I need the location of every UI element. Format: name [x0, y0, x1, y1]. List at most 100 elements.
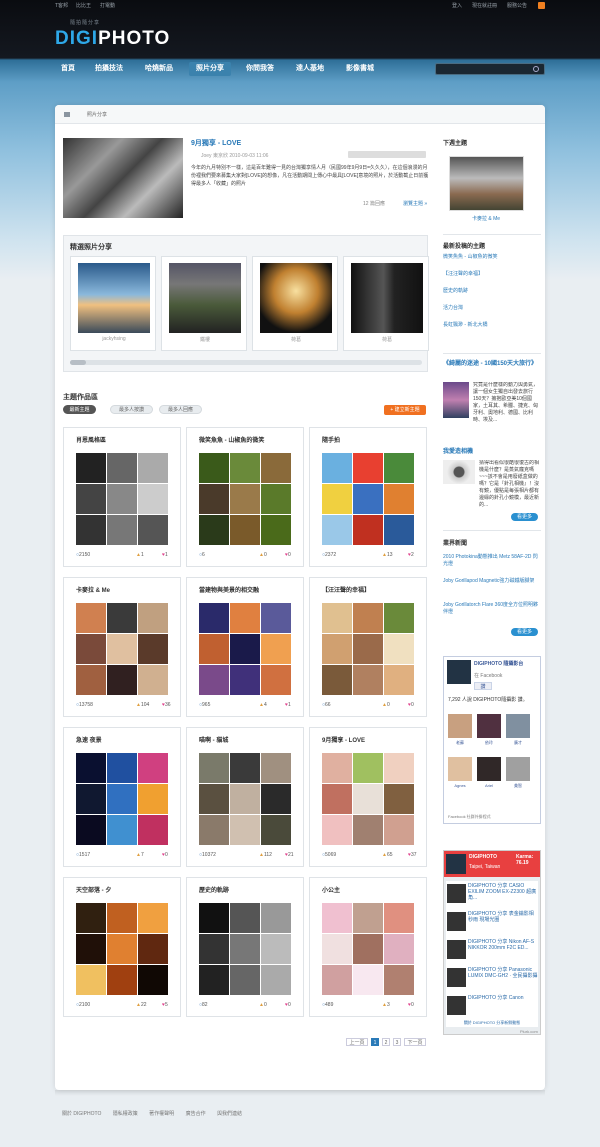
topic-thumbnail[interactable] [76, 603, 106, 633]
plurk-item-avatar[interactable] [447, 912, 466, 931]
topic-thumbnail[interactable] [76, 965, 106, 995]
featured-title[interactable]: 9月獨享 - LOVE [191, 138, 241, 148]
topic-thumbnail[interactable] [138, 515, 168, 545]
like-count[interactable]: 0 [382, 702, 390, 708]
footer-link-privacy[interactable]: 隱私權政策 [113, 1111, 138, 1117]
topic-card-title[interactable]: 【汪汪聲的幸福】 [322, 585, 370, 594]
topic-thumbnail[interactable] [199, 515, 229, 545]
topic-thumbnail[interactable] [261, 453, 291, 483]
nav-products[interactable]: 哈燒新品 [138, 62, 180, 76]
topic-card[interactable]: 天空部落 - 夕 2100 22 5 [63, 877, 181, 1017]
tab-most-likes[interactable]: 最多人按讚 [110, 405, 153, 414]
topic-thumbnail[interactable] [76, 665, 106, 695]
recent-topic-link[interactable]: 微笑魚魚 - 山椒魚的微笑 [443, 253, 497, 260]
page-1[interactable]: 1 [371, 1038, 379, 1046]
topic-thumbnail[interactable] [261, 784, 291, 814]
fb-page-name[interactable]: DIGIPHOTO 隨攝影台 [474, 660, 540, 667]
topic-card-title[interactable]: 歷史的軌跡 [199, 885, 229, 894]
fb-person-avatar[interactable] [506, 757, 530, 781]
recent-topic-link[interactable]: 歷史的軌跡 [443, 287, 468, 294]
fb-person-avatar[interactable] [477, 757, 501, 781]
fb-like-button[interactable]: 讚 [474, 682, 492, 690]
topic-card[interactable]: 卡麥拉 & Me 13758 104 36 [63, 577, 181, 717]
topic-thumbnail[interactable] [353, 753, 383, 783]
rss-icon[interactable] [538, 2, 545, 9]
home-icon[interactable] [64, 112, 70, 117]
topic-card-title[interactable]: 急速 夜景 [76, 735, 102, 744]
link-bibiwang[interactable]: 比比王 [76, 2, 91, 9]
topic-photo-mosaic[interactable] [199, 753, 291, 845]
search-icon[interactable] [533, 66, 539, 72]
nav-photo-share[interactable]: 照片分享 [189, 62, 231, 76]
heart-count[interactable]: 0 [285, 1002, 291, 1008]
topic-thumbnail[interactable] [230, 815, 260, 845]
topic-thumbnail[interactable] [107, 965, 137, 995]
topic-thumbnail[interactable] [138, 784, 168, 814]
plurk-item[interactable]: DIGIPHOTO 分享 Panasonic LUMIX DMC-GH2 · 全… [446, 965, 538, 995]
topic-photo-mosaic[interactable] [76, 453, 168, 545]
topic-photo-mosaic[interactable] [76, 903, 168, 995]
plurk-item-avatar[interactable] [447, 968, 466, 987]
plurk-avatar[interactable] [446, 854, 466, 874]
footer-link-contact[interactable]: 與我們連結 [217, 1111, 242, 1117]
topic-thumbnail[interactable] [76, 753, 106, 783]
fb-logo[interactable] [447, 660, 471, 684]
topic-thumbnail[interactable] [384, 484, 414, 514]
pick-item[interactable]: 荷葛 [343, 256, 429, 351]
topic-card[interactable]: 微笑魚魚 - 山椒魚的微笑 6 0 0 [186, 427, 304, 567]
topic-thumbnail[interactable] [199, 603, 229, 633]
topic-thumbnail[interactable] [384, 934, 414, 964]
featured-photo[interactable] [63, 138, 183, 218]
topic-card-title[interactable]: 微笑魚魚 - 山椒魚的微笑 [199, 435, 264, 444]
topic-thumbnail[interactable] [76, 784, 106, 814]
topic-card[interactable]: 肖恩風格區 2150 1 1 [63, 427, 181, 567]
like-count[interactable]: 22 [136, 1002, 147, 1008]
nav-qa[interactable]: 你問我答 [239, 62, 281, 76]
topic-thumbnail[interactable] [138, 815, 168, 845]
topic-photo-mosaic[interactable] [322, 753, 414, 845]
fb-person-avatar[interactable] [448, 757, 472, 781]
nav-home[interactable]: 首頁 [55, 62, 81, 76]
topic-thumbnail[interactable] [353, 784, 383, 814]
topic-card-title[interactable]: 喵啊 - 貓城 [199, 735, 228, 744]
topic-thumbnail[interactable] [384, 903, 414, 933]
topic-thumbnail[interactable] [76, 515, 106, 545]
topic-thumbnail[interactable] [230, 603, 260, 633]
topic-thumbnail[interactable] [107, 515, 137, 545]
topic-thumbnail[interactable] [199, 784, 229, 814]
pick-photo[interactable] [78, 263, 150, 333]
topic-thumbnail[interactable] [107, 665, 137, 695]
topic-thumbnail[interactable] [261, 753, 291, 783]
fb-person-avatar[interactable] [477, 714, 501, 738]
next-topic-caption[interactable]: 卡麥拉 & Me [443, 215, 529, 222]
topic-card[interactable]: 9月獨享 - LOVE 5069 65 37 [309, 727, 427, 867]
topic-thumbnail[interactable] [199, 753, 229, 783]
featured-comments[interactable]: 12 篇回應 [363, 200, 385, 207]
picks-scrollbar[interactable] [70, 360, 422, 365]
topic-photo-mosaic[interactable] [76, 603, 168, 695]
next-topic-photo[interactable] [449, 156, 524, 211]
heart-count[interactable]: 0 [285, 552, 291, 558]
topic-thumbnail[interactable] [199, 453, 229, 483]
topic-thumbnail[interactable] [199, 815, 229, 845]
service-notice-link[interactable]: 服務公告 [507, 2, 527, 9]
topic-card-title[interactable]: 卡麥拉 & Me [76, 585, 110, 594]
topic-card[interactable]: 【汪汪聲的幸福】 66 0 0 [309, 577, 427, 717]
news-link[interactable]: Joby Gorillapod Magnetic強力磁鐵版腳架 [443, 578, 541, 585]
recent-topic-link[interactable]: 活力台灣 [443, 304, 463, 311]
news-link[interactable]: 2010 Photokina動態推出 Metz 58AF-2D 閃光燈 [443, 554, 541, 568]
topic-thumbnail[interactable] [230, 753, 260, 783]
topic-thumbnail[interactable] [138, 603, 168, 633]
plurk-item-avatar[interactable] [447, 996, 466, 1015]
topic-thumbnail[interactable] [199, 903, 229, 933]
like-count[interactable]: 112 [259, 852, 272, 858]
pick-item[interactable]: jackyhsing [70, 256, 156, 351]
like-count[interactable]: 13 [382, 552, 393, 558]
topic-thumbnail[interactable] [261, 515, 291, 545]
topic-photo-mosaic[interactable] [322, 903, 414, 995]
topic-thumbnail[interactable] [230, 665, 260, 695]
prev-page-button[interactable]: 上一頁 [346, 1038, 368, 1046]
topic-thumbnail[interactable] [353, 934, 383, 964]
topic-thumbnail[interactable] [107, 815, 137, 845]
topic-photo-mosaic[interactable] [199, 603, 291, 695]
